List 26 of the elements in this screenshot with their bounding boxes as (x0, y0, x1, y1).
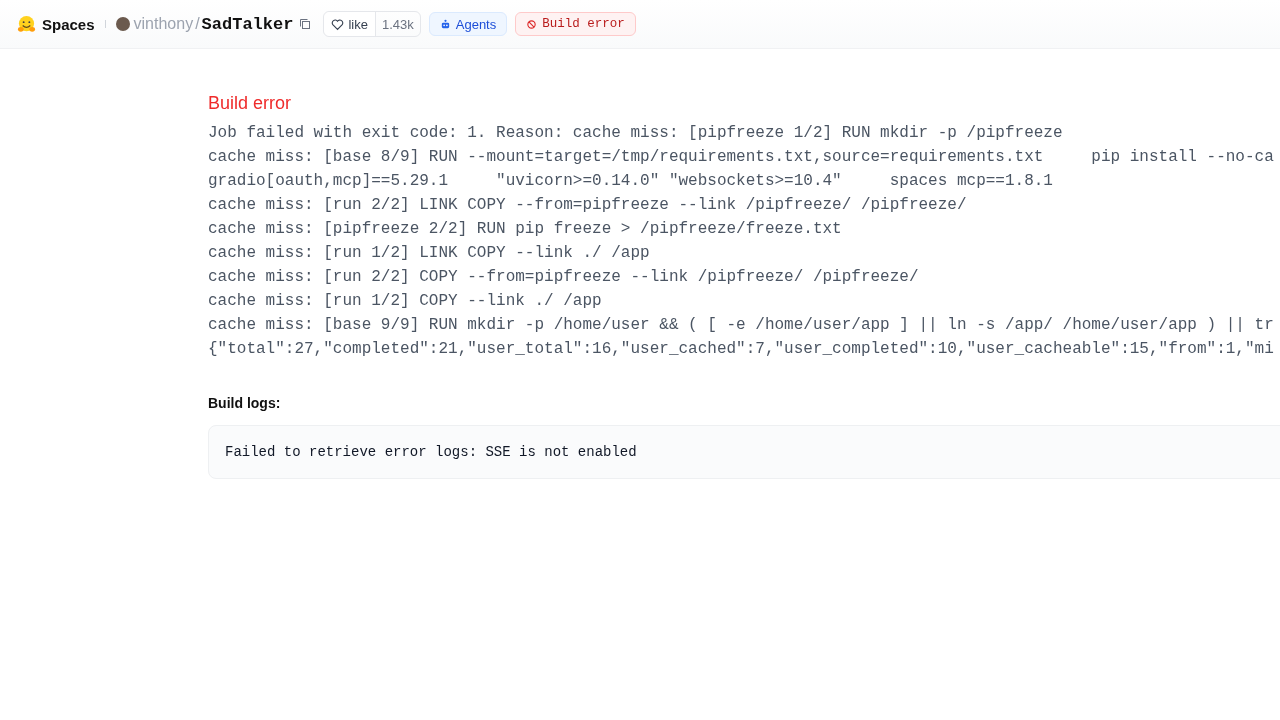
logs-title: Build logs: (208, 395, 282, 411)
copy-icon[interactable] (299, 18, 312, 30)
status-tag[interactable]: Build error (515, 12, 636, 36)
log-line: cache miss: [base 9/9] RUN mkdir -p /home/user && ( [ -e /home/user/app ] || ln -s /app/ /home/user/app ) || tr (208, 315, 1275, 336)
hugging-face-icon (17, 14, 36, 34)
like-button[interactable]: like (324, 12, 376, 36)
log-line: cache miss: [run 2/2] LINK COPY --from=pipfreeze --link /pipfreeze/ /pipfreeze/ (208, 195, 968, 216)
prohibited-icon (526, 18, 538, 30)
log-line: cache miss: [base 8/9] RUN --mount=target=/tmp/requirements.txt,source=requirements.txt pip install --no-ca (208, 147, 1275, 168)
log-line: cache miss: [run 2/2] COPY --from=pipfreeze --link /pipfreeze/ /pipfreeze/ (208, 267, 920, 288)
log-line: {"total":27,"completed":21,"user_total":16,"user_cached":7,"user_completed":10,"user_cacheable":15,"from":1,"mi (208, 339, 1275, 360)
log-line: gradio[oauth,mcp]==5.29.1 "uvicorn>=0.14.0" "websockets>=10.4" spaces mcp==1.8.1 (208, 171, 1054, 192)
avatar-icon (115, 17, 130, 31)
like-count[interactable]: 1.43k (375, 12, 420, 36)
log-line: Job failed with exit code: 1. Reason: cache miss: [pipfreeze 1/2] RUN mkdir -p /pipfreeze (208, 123, 1064, 144)
heart-icon (331, 17, 345, 31)
log-line: cache miss: [pipfreeze 2/2] RUN pip freeze > /pipfreeze/freeze.txt (208, 219, 843, 240)
error-title: Build error (208, 92, 293, 115)
robot-icon (439, 18, 451, 30)
agents-tag[interactable]: Agents (428, 12, 508, 36)
repo-link[interactable]: SadTalker (201, 14, 294, 34)
log-line: cache miss: [run 1/2] COPY --link ./ /app (208, 291, 603, 312)
spaces-link[interactable]: Spaces (42, 15, 95, 33)
path-separator: / (195, 15, 200, 33)
log-line: cache miss: [run 1/2] LINK COPY --link ./ /app (208, 243, 651, 264)
logs-message: Failed to retrieve error logs: SSE is not enabled (225, 444, 637, 460)
